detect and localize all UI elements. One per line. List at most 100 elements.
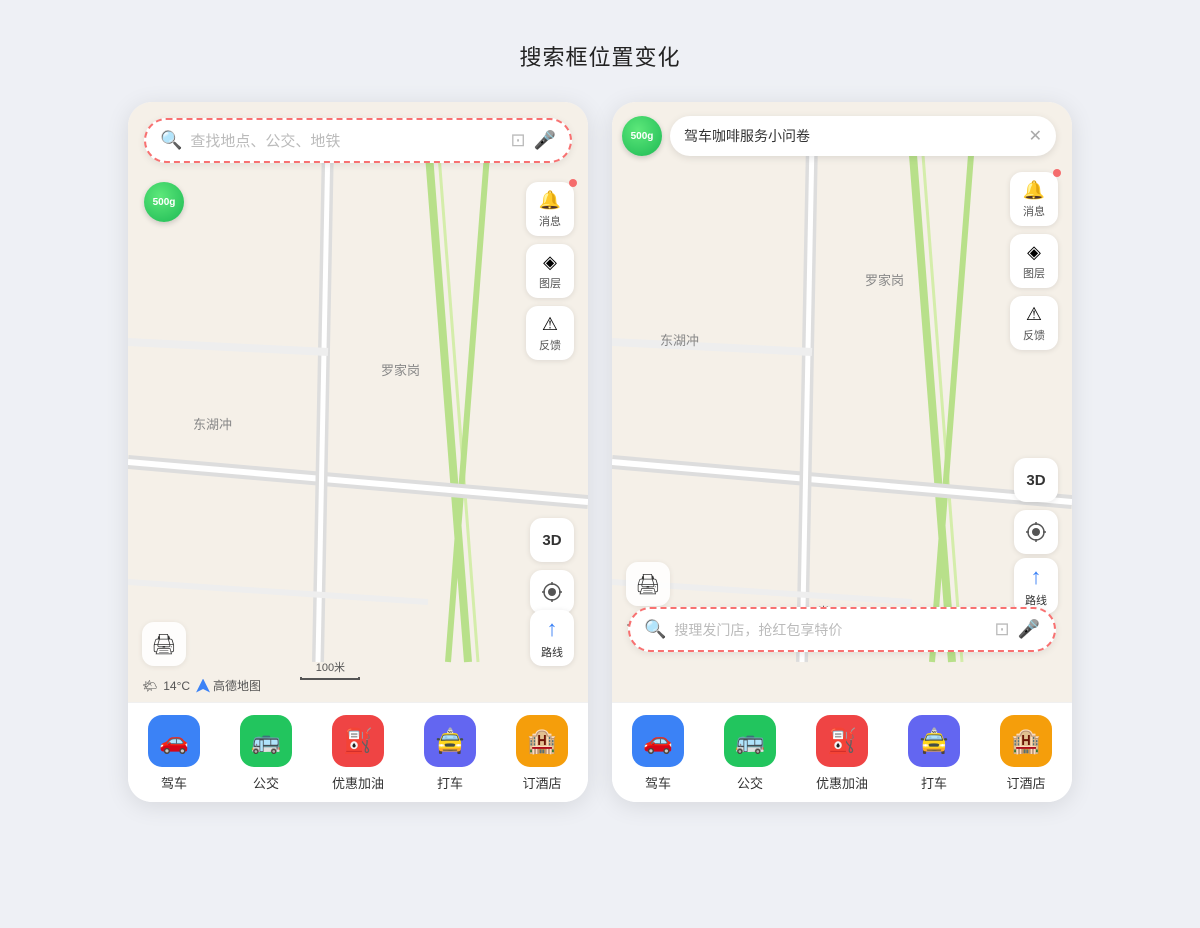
right-panel-1: 🔔 消息 ◈ 图层 ⚠ 反馈 (526, 182, 574, 360)
phone-2: 东湖冲 罗家岗 500g 驾车咖啡服务小问卷 ✕ 🔔 消息 (612, 102, 1072, 802)
layer-label-1: 图层 (539, 275, 561, 291)
sun-icon-1: 🌤 (142, 679, 157, 693)
print-btn-2[interactable]: 🖨 (626, 562, 670, 606)
nav-drive-1[interactable]: 🚗 驾车 (134, 715, 214, 792)
nav-taxi-1[interactable]: 🚖 打车 (410, 715, 490, 792)
ctrl-route-2[interactable]: ↑ 路线 (1014, 558, 1058, 614)
gaode-text-1: 高德地图 (213, 677, 261, 694)
bottom-nav-2: 🚗 驾车 🚌 公交 ⛽ 优惠加油 🚖 打车 🏨 订酒店 (612, 702, 1072, 802)
map-label-luojia-1: 罗家岗 (381, 360, 420, 379)
msg-btn-2[interactable]: 🔔 消息 (1010, 172, 1058, 226)
drive-label-1: 驾车 (161, 773, 187, 792)
layer-icon-2: ◈ (1027, 242, 1041, 263)
bus-label-2: 公交 (737, 773, 763, 792)
gaode-arrow-icon-1 (196, 679, 210, 693)
nav-gas-1[interactable]: ⛽ 优惠加油 (318, 715, 398, 792)
map-label-donghu-1: 东湖冲 (193, 414, 232, 433)
taxi-icon-1: 🚖 (424, 715, 476, 767)
phone-1: 东湖冲 罗家岗 🔍 查找地点、公交、地铁 ⊡ 🎤 500g 🔔 消息 (128, 102, 588, 802)
gaode-logo-1: 高德地图 (196, 677, 261, 694)
route-label-1: 路线 (541, 644, 563, 660)
msg-btn-1[interactable]: 🔔 消息 (526, 182, 574, 236)
search-icon-1: 🔍 (160, 130, 182, 151)
feedback-icon-1: ⚠ (542, 314, 558, 335)
ctrl-loc-2[interactable] (1014, 510, 1058, 554)
print-icon-2: 🖨 (635, 572, 660, 597)
bell-icon-2: 🔔 (1023, 180, 1045, 201)
ctrl-route-1[interactable]: ↑ 路线 (530, 610, 574, 666)
layer-btn-1[interactable]: ◈ 图层 (526, 244, 574, 298)
scale-line-1 (300, 677, 360, 680)
hotel-label-1: 订酒店 (522, 773, 561, 792)
drive-label-2: 驾车 (645, 773, 671, 792)
msg-label-1: 消息 (539, 213, 561, 229)
hotel-label-2: 订酒店 (1006, 773, 1045, 792)
badge-500-2[interactable]: 500g (622, 116, 662, 156)
right-panel-2: 🔔 消息 ◈ 图层 ⚠ 反馈 (1010, 172, 1058, 350)
phones-container: 东湖冲 罗家岗 🔍 查找地点、公交、地铁 ⊡ 🎤 500g 🔔 消息 (128, 102, 1072, 802)
weather-bar-1: 🌤 14°C 高德地图 (142, 677, 261, 694)
close-btn-2[interactable]: ✕ (1029, 126, 1042, 146)
drive-icon-1: 🚗 (148, 715, 200, 767)
taxi-icon-2: 🚖 (908, 715, 960, 767)
badge-500-1[interactable]: 500g (144, 182, 184, 222)
search-bar-1[interactable]: 🔍 查找地点、公交、地铁 ⊡ 🎤 (144, 118, 572, 163)
scale-text-1: 100米 (316, 659, 345, 675)
notif-text-2: 驾车咖啡服务小问卷 (684, 126, 1021, 146)
nav-hotel-2[interactable]: 🏨 订酒店 (986, 715, 1066, 792)
hotel-icon-2: 🏨 (1000, 715, 1052, 767)
bus-icon-2: 🚌 (724, 715, 776, 767)
gas-icon-2: ⛽ (816, 715, 868, 767)
route-arrow-1: ↑ (547, 616, 558, 642)
feedback-label-1: 反馈 (539, 337, 561, 353)
bus-label-1: 公交 (253, 773, 279, 792)
print-icon-1: 🖨 (151, 632, 176, 657)
map-label-donghu-2: 东湖冲 (660, 330, 699, 349)
mic-icon-1[interactable]: 🎤 (534, 130, 556, 151)
nav-drive-2[interactable]: 🚗 驾车 (618, 715, 698, 792)
route-label-2: 路线 (1025, 592, 1047, 608)
scale-bar-1: 100米 (300, 659, 360, 680)
notif-dot-2 (1053, 169, 1061, 177)
bell-icon-1: 🔔 (539, 190, 561, 211)
bottom-nav-1: 🚗 驾车 🚌 公交 ⛽ 优惠加油 🚖 打车 🏨 订酒店 (128, 702, 588, 802)
nav-taxi-2[interactable]: 🚖 打车 (894, 715, 974, 792)
gas-label-2: 优惠加油 (816, 773, 868, 792)
ctrl-loc-1[interactable] (530, 570, 574, 614)
mic-icon-2[interactable]: 🎤 (1018, 619, 1040, 640)
notif-bar-2[interactable]: 驾车咖啡服务小问卷 ✕ (670, 116, 1056, 156)
map-area-1: 东湖冲 罗家岗 🔍 查找地点、公交、地铁 ⊡ 🎤 500g 🔔 消息 (128, 102, 588, 702)
nav-bus-2[interactable]: 🚌 公交 (710, 715, 790, 792)
nav-hotel-1[interactable]: 🏨 订酒店 (502, 715, 582, 792)
map-area-2: 东湖冲 罗家岗 500g 驾车咖啡服务小问卷 ✕ 🔔 消息 (612, 102, 1072, 702)
scan-icon-2[interactable]: ⊡ (994, 619, 1009, 640)
layer-btn-2[interactable]: ◈ 图层 (1010, 234, 1058, 288)
feedback-btn-2[interactable]: ⚠ 反馈 (1010, 296, 1058, 350)
scan-icon-1[interactable]: ⊡ (510, 130, 525, 151)
gas-icon-1: ⛽ (332, 715, 384, 767)
msg-label-2: 消息 (1023, 203, 1045, 219)
map-label-luojia-2: 罗家岗 (865, 270, 904, 289)
layer-icon-1: ◈ (543, 252, 557, 273)
feedback-label-2: 反馈 (1023, 327, 1045, 343)
search-bar-2[interactable]: 🔍 搜理发门店，抢红包享特价 ⊡ 🎤 (628, 607, 1056, 652)
notif-dot-1 (569, 179, 577, 187)
print-btn-1[interactable]: 🖨 (142, 622, 186, 666)
taxi-label-2: 打车 (921, 773, 947, 792)
search-icon-2: 🔍 (644, 619, 666, 640)
search-placeholder-1: 查找地点、公交、地铁 (190, 130, 502, 151)
layer-label-2: 图层 (1023, 265, 1045, 281)
page-title: 搜索框位置变化 (519, 40, 680, 72)
feedback-btn-1[interactable]: ⚠ 反馈 (526, 306, 574, 360)
feedback-icon-2: ⚠ (1026, 304, 1042, 325)
nav-bus-1[interactable]: 🚌 公交 (226, 715, 306, 792)
nav-gas-2[interactable]: ⛽ 优惠加油 (802, 715, 882, 792)
gas-label-1: 优惠加油 (332, 773, 384, 792)
hotel-icon-1: 🏨 (516, 715, 568, 767)
drive-icon-2: 🚗 (632, 715, 684, 767)
bus-icon-1: 🚌 (240, 715, 292, 767)
search-placeholder-2: 搜理发门店，抢红包享特价 (674, 620, 986, 640)
taxi-label-1: 打车 (437, 773, 463, 792)
ctrl-3d-1[interactable]: 3D (530, 518, 574, 562)
ctrl-3d-2[interactable]: 3D (1014, 458, 1058, 502)
